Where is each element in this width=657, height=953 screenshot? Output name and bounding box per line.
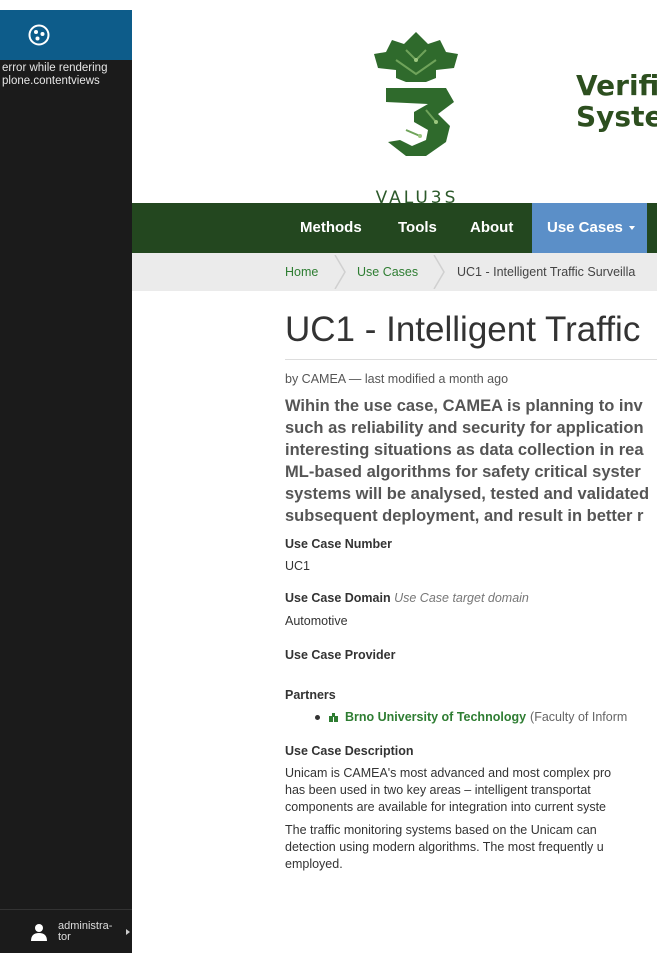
use-case-description-label: Use Case Description	[285, 744, 414, 758]
plone-logo-button[interactable]	[0, 10, 132, 60]
user-name: administra- tor	[58, 919, 113, 943]
page: error while rendering plone.contentviews…	[0, 0, 657, 953]
main-content: UC1 - Intelligent Traffic by CAMEA — las…	[285, 300, 657, 873]
main-navigation: Methods Tools About Use Cases	[132, 203, 657, 253]
breadcrumb-use-cases[interactable]: Use Cases	[357, 253, 418, 291]
plone-toolbar: error while rendering plone.contentviews…	[0, 10, 132, 953]
page-title: UC1 - Intelligent Traffic	[285, 300, 657, 360]
document-byline: by CAMEA — last modified a month ago	[285, 372, 509, 386]
description-paragraph-2: The traffic monitoring systems based on …	[285, 823, 604, 871]
site-title: Verifi Syste	[576, 69, 657, 133]
breadcrumb-separator-icon	[433, 255, 445, 289]
use-case-domain-value: Automotive	[285, 614, 348, 628]
breadcrumb: Home Use Cases UC1 - Intelligent Traffic…	[132, 253, 657, 291]
partner-list-item: Brno University of Technology (Faculty o…	[285, 710, 657, 724]
plone-logo-icon	[28, 24, 50, 46]
site-logo[interactable]: VALU3S	[358, 30, 476, 208]
breadcrumb-current: UC1 - Intelligent Traffic Surveilla	[457, 265, 636, 279]
lead-description: Wihin the use case, CAMEA is planning to…	[285, 397, 650, 525]
partner-link[interactable]: Brno University of Technology	[345, 710, 526, 724]
use-case-number-value: UC1	[285, 559, 311, 573]
nav-about[interactable]: About	[470, 203, 513, 253]
use-case-number-label: Use Case Number	[285, 537, 392, 551]
caret-right-icon	[126, 929, 130, 935]
nav-methods[interactable]: Methods	[300, 203, 362, 253]
nav-use-cases[interactable]: Use Cases	[532, 203, 647, 253]
user-icon	[31, 923, 47, 941]
partners-label: Partners	[285, 688, 336, 702]
valu3s-logo-icon	[374, 32, 458, 156]
breadcrumb-separator-icon	[334, 255, 346, 289]
partner-faculty: (Faculty of Inform	[530, 710, 628, 724]
use-case-domain-label: Use Case Domain Use Case target domain	[285, 591, 529, 605]
nav-tools[interactable]: Tools	[398, 203, 437, 253]
use-case-domain-help: Use Case target domain	[394, 591, 529, 605]
breadcrumb-home[interactable]: Home	[285, 253, 318, 291]
bullet-icon	[315, 714, 320, 720]
toolbar-error-message: error while rendering plone.contentviews	[2, 62, 108, 87]
use-case-provider-label: Use Case Provider	[285, 648, 396, 662]
organisation-icon	[329, 712, 338, 722]
caret-down-icon	[628, 226, 635, 231]
toolbar-user-menu[interactable]: administra- tor	[0, 909, 132, 953]
description-paragraph-1: Unicam is CAMEA's most advanced and most…	[285, 766, 612, 814]
